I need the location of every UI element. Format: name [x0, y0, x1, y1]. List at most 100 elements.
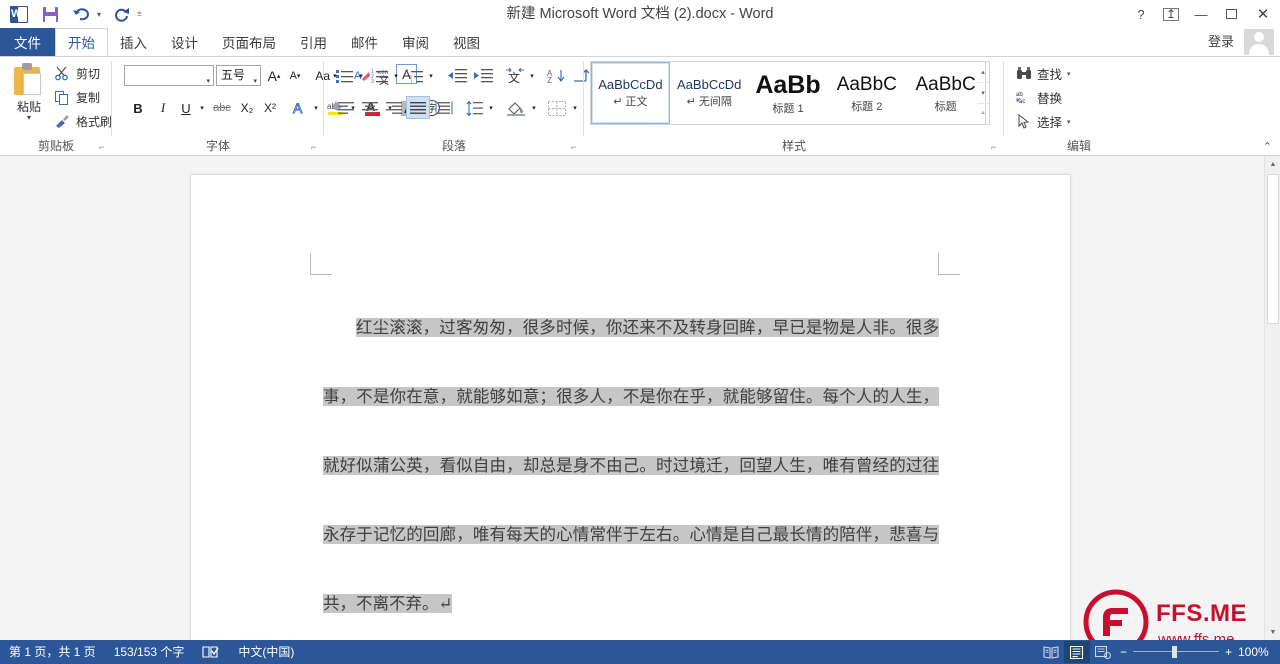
styles-gallery-scroll[interactable]: ▴ ▾ ⩡: [977, 61, 990, 125]
minimize-button[interactable]: —: [1186, 0, 1216, 28]
selected-text[interactable]: 红尘滚滚，过客匆匆，很多时候，你还来不及转身回眸，早已是物是人非。很多事，不是你…: [323, 318, 939, 613]
sort-button[interactable]: A Z: [544, 65, 568, 87]
redo-icon[interactable]: [110, 3, 132, 25]
styles-dialog-launcher[interactable]: ⌐: [991, 142, 1001, 152]
style-item-heading-1[interactable]: AaBb 标题 1: [749, 62, 828, 124]
tab-references[interactable]: 引用: [288, 28, 339, 56]
view-read-mode-button[interactable]: [1038, 641, 1064, 663]
shrink-font-button[interactable]: A ▾: [285, 65, 305, 87]
borders-caret[interactable]: ▾: [569, 97, 581, 119]
tab-home[interactable]: 开始: [55, 28, 108, 56]
find-button[interactable]: 查找 ▾: [1016, 64, 1071, 83]
signin-link[interactable]: 登录: [1208, 28, 1234, 56]
view-web-layout-button[interactable]: [1090, 641, 1116, 663]
avatar[interactable]: [1244, 29, 1274, 55]
numbering-caret[interactable]: ▾: [390, 65, 402, 87]
asian-layout-button[interactable]: 文: [503, 65, 527, 87]
tab-file[interactable]: 文件: [0, 28, 55, 56]
collapse-ribbon-button[interactable]: ⌃: [1263, 140, 1272, 153]
bold-button[interactable]: B: [128, 97, 148, 119]
undo-dropdown-caret[interactable]: ▾: [97, 10, 101, 19]
numbering-button[interactable]: 1 2 3: [369, 65, 391, 87]
align-left-button[interactable]: [334, 97, 358, 119]
cut-button[interactable]: 剪切: [55, 65, 100, 82]
tab-insert[interactable]: 插入: [108, 28, 159, 56]
text-effects-button[interactable]: A: [290, 97, 310, 119]
undo-icon[interactable]: [70, 3, 92, 25]
strikethrough-button[interactable]: abc: [210, 97, 234, 119]
underline-caret[interactable]: ▾: [196, 97, 208, 119]
grow-font-button[interactable]: A ▴: [264, 65, 284, 87]
maximize-button[interactable]: [1216, 0, 1246, 28]
save-icon[interactable]: [39, 3, 61, 25]
zoom-out-button[interactable]: −: [1120, 645, 1127, 659]
justify-button[interactable]: [406, 96, 430, 119]
text-effects-caret[interactable]: ▾: [310, 97, 322, 119]
decrease-indent-button[interactable]: [445, 65, 469, 87]
font-name-caret[interactable]: ▾: [206, 72, 210, 91]
paste-caret[interactable]: ▾: [27, 114, 31, 122]
font-size-input[interactable]: 五号 ▾: [216, 65, 261, 86]
distribute-button[interactable]: [432, 97, 456, 119]
style-item-no-spacing[interactable]: AaBbCcDd ↵ 无间隔: [670, 62, 749, 124]
style-item-heading-2[interactable]: AaBbC 标题 2: [827, 62, 906, 124]
select-button[interactable]: 选择 ▾: [1016, 112, 1071, 131]
tab-design[interactable]: 设计: [159, 28, 210, 56]
tab-page-layout[interactable]: 页面布局: [210, 28, 288, 56]
replace-button[interactable]: ab ac 替换: [1016, 88, 1062, 107]
line-spacing-button[interactable]: [464, 97, 486, 119]
view-print-layout-button[interactable]: [1063, 641, 1090, 663]
zoom-slider-thumb[interactable]: [1171, 646, 1177, 658]
document-page[interactable]: 红尘滚滚，过客匆匆，很多时候，你还来不及转身回眸，早已是物是人非。很多事，不是你…: [190, 174, 1071, 640]
italic-button[interactable]: I: [153, 97, 173, 119]
align-center-button[interactable]: [358, 97, 382, 119]
scroll-down-button[interactable]: ▼: [1265, 624, 1280, 640]
multilevel-list-button[interactable]: 1 a i: [404, 65, 426, 87]
multilevel-caret[interactable]: ▾: [425, 65, 437, 87]
ribbon-display-options-button[interactable]: ↥: [1156, 0, 1186, 28]
styles-more-button[interactable]: ⩡: [977, 104, 989, 124]
align-right-button[interactable]: [382, 97, 406, 119]
find-caret[interactable]: ▾: [1067, 70, 1071, 78]
bullets-caret[interactable]: ▾: [355, 65, 367, 87]
shading-caret[interactable]: ▾: [528, 97, 540, 119]
tab-review[interactable]: 审阅: [390, 28, 441, 56]
asian-layout-caret[interactable]: ▾: [526, 65, 538, 87]
page-indicator[interactable]: 第 1 页，共 1 页: [0, 640, 105, 664]
zoom-level[interactable]: 100%: [1238, 645, 1270, 659]
zoom-slider[interactable]: [1132, 646, 1219, 658]
borders-button[interactable]: [545, 97, 569, 119]
select-caret[interactable]: ▾: [1067, 118, 1071, 126]
scroll-up-button[interactable]: ▲: [1265, 156, 1280, 172]
bullets-button[interactable]: [334, 65, 356, 87]
copy-button[interactable]: 复制: [55, 89, 100, 106]
vertical-scrollbar[interactable]: ▲ ▼: [1264, 156, 1280, 640]
shading-button[interactable]: [504, 97, 528, 119]
close-button[interactable]: ✕: [1246, 0, 1280, 28]
tab-mailings[interactable]: 邮件: [339, 28, 390, 56]
document-body-text[interactable]: 红尘滚滚，过客匆匆，很多时候，你还来不及转身回眸，早已是物是人非。很多事，不是你…: [323, 293, 939, 638]
help-button[interactable]: ?: [1126, 0, 1156, 28]
clipboard-dialog-launcher[interactable]: ⌐: [99, 142, 109, 152]
style-item-title[interactable]: AaBbC 标题: [906, 62, 985, 124]
proofing-status-icon[interactable]: [193, 645, 229, 659]
style-item-normal[interactable]: AaBbCcDd ↵ 正文: [591, 62, 670, 124]
scroll-thumb[interactable]: [1267, 174, 1279, 324]
styles-scroll-down-button[interactable]: ▾: [977, 83, 989, 104]
font-size-caret[interactable]: ▾: [253, 72, 257, 91]
font-dialog-launcher[interactable]: ⌐: [311, 142, 321, 152]
word-app-icon[interactable]: [8, 3, 30, 25]
paste-button[interactable]: 粘贴 ▾: [6, 61, 52, 133]
increase-indent-button[interactable]: [471, 65, 495, 87]
customize-qat-icon[interactable]: ⩧: [137, 9, 142, 19]
word-count[interactable]: 153/153 个字: [105, 640, 194, 664]
document-canvas[interactable]: 红尘滚滚，过客匆匆，很多时候，你还来不及转身回眸，早已是物是人非。很多事，不是你…: [0, 156, 1280, 640]
paragraph-dialog-launcher[interactable]: ⌐: [571, 142, 581, 152]
styles-scroll-up-button[interactable]: ▴: [977, 62, 989, 83]
tab-view[interactable]: 视图: [441, 28, 492, 56]
font-name-input[interactable]: ▾: [124, 65, 214, 86]
subscript-button[interactable]: X₂: [237, 97, 257, 119]
zoom-control[interactable]: − + 100%: [1116, 645, 1280, 659]
language-indicator[interactable]: 中文(中国): [229, 640, 303, 664]
underline-button[interactable]: U: [176, 97, 196, 119]
